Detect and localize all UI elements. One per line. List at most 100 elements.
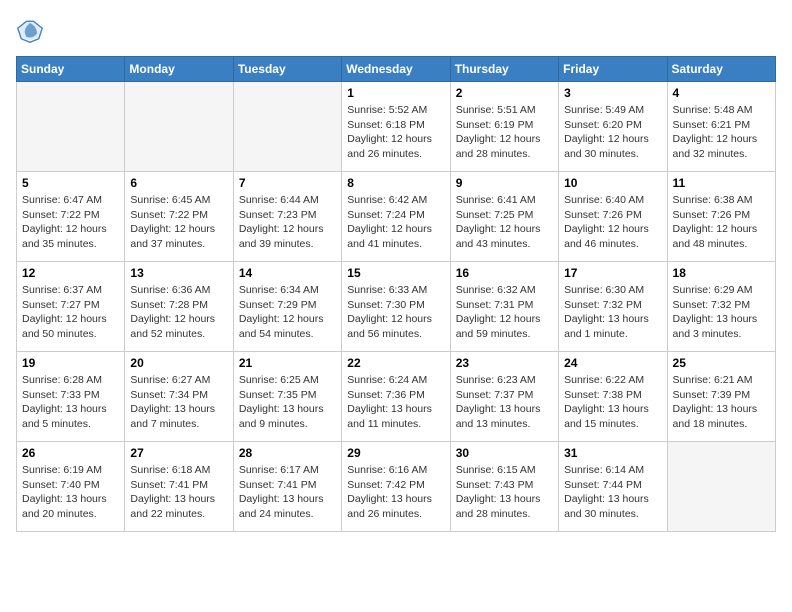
day-number: 21: [239, 356, 336, 370]
day-number: 9: [456, 176, 553, 190]
day-info: Sunrise: 6:34 AM Sunset: 7:29 PM Dayligh…: [239, 283, 336, 342]
day-number: 3: [564, 86, 661, 100]
logo: [16, 16, 48, 44]
day-info: Sunrise: 6:25 AM Sunset: 7:35 PM Dayligh…: [239, 373, 336, 432]
day-info: Sunrise: 6:18 AM Sunset: 7:41 PM Dayligh…: [130, 463, 227, 522]
day-number: 15: [347, 266, 444, 280]
week-row-3: 12 Sunrise: 6:37 AM Sunset: 7:27 PM Dayli…: [17, 262, 776, 352]
day-info: Sunrise: 6:28 AM Sunset: 7:33 PM Dayligh…: [22, 373, 119, 432]
day-info: Sunrise: 6:17 AM Sunset: 7:41 PM Dayligh…: [239, 463, 336, 522]
day-number: 8: [347, 176, 444, 190]
day-number: 31: [564, 446, 661, 460]
calendar-cell: [125, 82, 233, 172]
week-row-2: 5 Sunrise: 6:47 AM Sunset: 7:22 PM Daylig…: [17, 172, 776, 262]
calendar-cell: 27Sunrise: 6:18 AM Sunset: 7:41 PM Dayli…: [125, 442, 233, 532]
day-number: 30: [456, 446, 553, 460]
week-row-5: 26 Sunrise: 6:19 AM Sunset: 7:40 PM Dayli…: [17, 442, 776, 532]
calendar-cell: 10Sunrise: 6:40 AM Sunset: 7:26 PM Dayli…: [559, 172, 667, 262]
weekday-header-monday: Monday: [125, 57, 233, 82]
day-info: Sunrise: 5:51 AM Sunset: 6:19 PM Dayligh…: [456, 103, 553, 162]
day-info: Sunrise: 6:24 AM Sunset: 7:36 PM Dayligh…: [347, 373, 444, 432]
calendar-cell: 18 Sunrise: 6:29 AM Sunset: 7:32 PM Dayli…: [667, 262, 775, 352]
day-info: Sunrise: 6:16 AM Sunset: 7:42 PM Dayligh…: [347, 463, 444, 522]
day-info: Sunrise: 6:38 AM Sunset: 7:26 PM Dayligh…: [673, 193, 770, 252]
calendar-cell: 16 Sunrise: 6:32 AM Sunset: 7:31 PM Dayli…: [450, 262, 558, 352]
day-number: 13: [130, 266, 227, 280]
day-number: 28: [239, 446, 336, 460]
day-number: 18: [673, 266, 770, 280]
calendar-cell: 26 Sunrise: 6:19 AM Sunset: 7:40 PM Dayli…: [17, 442, 125, 532]
day-number: 23: [456, 356, 553, 370]
calendar-cell: 2 Sunrise: 5:51 AM Sunset: 6:19 PM Daylig…: [450, 82, 558, 172]
calendar-cell: 28 Sunrise: 6:17 AM Sunset: 7:41 PM Dayli…: [233, 442, 341, 532]
day-info: Sunrise: 6:14 AM Sunset: 7:44 PM Dayligh…: [564, 463, 661, 522]
calendar-cell: 13Sunrise: 6:36 AM Sunset: 7:28 PM Dayli…: [125, 262, 233, 352]
day-info: Sunrise: 6:23 AM Sunset: 7:37 PM Dayligh…: [456, 373, 553, 432]
calendar-cell: 19Sunrise: 6:28 AM Sunset: 7:33 PM Dayli…: [17, 352, 125, 442]
day-info: Sunrise: 6:47 AM Sunset: 7:22 PM Dayligh…: [22, 193, 119, 252]
calendar-cell: 5 Sunrise: 6:47 AM Sunset: 7:22 PM Daylig…: [17, 172, 125, 262]
day-info: Sunrise: 6:30 AM Sunset: 7:32 PM Dayligh…: [564, 283, 661, 342]
weekday-header-row: SundayMondayTuesdayWednesdayThursdayFrid…: [17, 57, 776, 82]
calendar-cell: 3 Sunrise: 5:49 AM Sunset: 6:20 PM Daylig…: [559, 82, 667, 172]
day-number: 11: [673, 176, 770, 190]
day-info: Sunrise: 6:45 AM Sunset: 7:22 PM Dayligh…: [130, 193, 227, 252]
day-info: Sunrise: 6:41 AM Sunset: 7:25 PM Dayligh…: [456, 193, 553, 252]
day-number: 26: [22, 446, 119, 460]
day-info: Sunrise: 6:15 AM Sunset: 7:43 PM Dayligh…: [456, 463, 553, 522]
calendar-cell: 9 Sunrise: 6:41 AM Sunset: 7:25 PM Daylig…: [450, 172, 558, 262]
weekday-header-saturday: Saturday: [667, 57, 775, 82]
calendar-cell: 8Sunrise: 6:42 AM Sunset: 7:24 PM Daylig…: [342, 172, 450, 262]
calendar-cell: 24 Sunrise: 6:22 AM Sunset: 7:38 PM Dayli…: [559, 352, 667, 442]
day-info: Sunrise: 6:19 AM Sunset: 7:40 PM Dayligh…: [22, 463, 119, 522]
calendar-cell: 7 Sunrise: 6:44 AM Sunset: 7:23 PM Daylig…: [233, 172, 341, 262]
day-number: 24: [564, 356, 661, 370]
weekday-header-wednesday: Wednesday: [342, 57, 450, 82]
day-info: Sunrise: 6:37 AM Sunset: 7:27 PM Dayligh…: [22, 283, 119, 342]
day-number: 7: [239, 176, 336, 190]
day-number: 2: [456, 86, 553, 100]
calendar-cell: 25 Sunrise: 6:21 AM Sunset: 7:39 PM Dayli…: [667, 352, 775, 442]
weekday-header-thursday: Thursday: [450, 57, 558, 82]
calendar-cell: [667, 442, 775, 532]
day-info: Sunrise: 5:48 AM Sunset: 6:21 PM Dayligh…: [673, 103, 770, 162]
calendar-cell: 22 Sunrise: 6:24 AM Sunset: 7:36 PM Dayli…: [342, 352, 450, 442]
day-number: 5: [22, 176, 119, 190]
calendar-cell: 11 Sunrise: 6:38 AM Sunset: 7:26 PM Dayli…: [667, 172, 775, 262]
day-info: Sunrise: 6:33 AM Sunset: 7:30 PM Dayligh…: [347, 283, 444, 342]
calendar-cell: 12 Sunrise: 6:37 AM Sunset: 7:27 PM Dayli…: [17, 262, 125, 352]
calendar-cell: 4 Sunrise: 5:48 AM Sunset: 6:21 PM Daylig…: [667, 82, 775, 172]
weekday-header-tuesday: Tuesday: [233, 57, 341, 82]
calendar-cell: 21 Sunrise: 6:25 AM Sunset: 7:35 PM Dayli…: [233, 352, 341, 442]
day-info: Sunrise: 5:52 AM Sunset: 6:18 PM Dayligh…: [347, 103, 444, 162]
calendar-cell: 17 Sunrise: 6:30 AM Sunset: 7:32 PM Dayli…: [559, 262, 667, 352]
day-number: 29: [347, 446, 444, 460]
day-number: 17: [564, 266, 661, 280]
day-number: 12: [22, 266, 119, 280]
day-number: 16: [456, 266, 553, 280]
week-row-4: 19Sunrise: 6:28 AM Sunset: 7:33 PM Dayli…: [17, 352, 776, 442]
calendar-cell: 23 Sunrise: 6:23 AM Sunset: 7:37 PM Dayli…: [450, 352, 558, 442]
day-info: Sunrise: 6:29 AM Sunset: 7:32 PM Dayligh…: [673, 283, 770, 342]
calendar-cell: 15 Sunrise: 6:33 AM Sunset: 7:30 PM Dayli…: [342, 262, 450, 352]
day-number: 20: [130, 356, 227, 370]
day-number: 14: [239, 266, 336, 280]
calendar-cell: [17, 82, 125, 172]
weekday-header-friday: Friday: [559, 57, 667, 82]
calendar-cell: 20 Sunrise: 6:27 AM Sunset: 7:34 PM Dayli…: [125, 352, 233, 442]
calendar-table: SundayMondayTuesdayWednesdayThursdayFrid…: [16, 56, 776, 532]
day-info: Sunrise: 6:21 AM Sunset: 7:39 PM Dayligh…: [673, 373, 770, 432]
day-info: Sunrise: 6:27 AM Sunset: 7:34 PM Dayligh…: [130, 373, 227, 432]
day-number: 4: [673, 86, 770, 100]
calendar-cell: 29 Sunrise: 6:16 AM Sunset: 7:42 PM Dayli…: [342, 442, 450, 532]
day-info: Sunrise: 6:32 AM Sunset: 7:31 PM Dayligh…: [456, 283, 553, 342]
day-info: Sunrise: 6:22 AM Sunset: 7:38 PM Dayligh…: [564, 373, 661, 432]
day-info: Sunrise: 6:44 AM Sunset: 7:23 PM Dayligh…: [239, 193, 336, 252]
day-number: 25: [673, 356, 770, 370]
calendar-cell: 1 Sunrise: 5:52 AM Sunset: 6:18 PM Daylig…: [342, 82, 450, 172]
day-info: Sunrise: 5:49 AM Sunset: 6:20 PM Dayligh…: [564, 103, 661, 162]
logo-icon: [16, 16, 44, 44]
day-number: 1: [347, 86, 444, 100]
day-number: 22: [347, 356, 444, 370]
page-header: [16, 16, 776, 44]
